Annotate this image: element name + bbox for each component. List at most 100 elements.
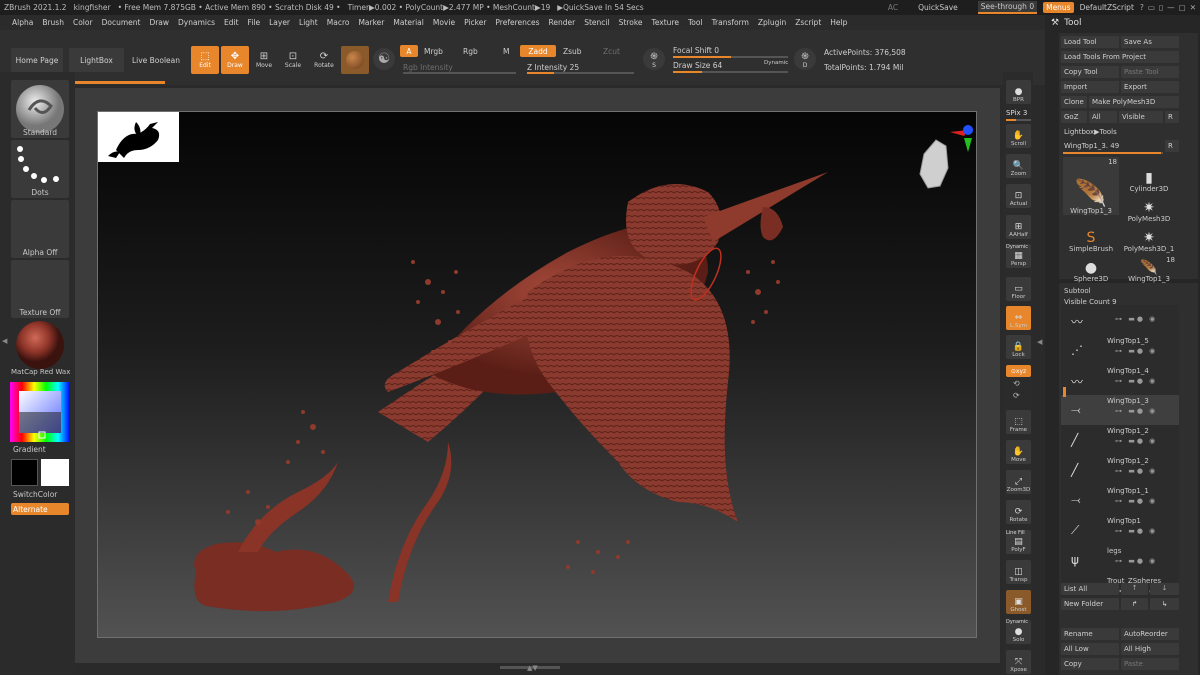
draw-size-slider[interactable]: Draw Size 64 bbox=[673, 61, 722, 70]
a-toggle[interactable]: A bbox=[400, 45, 418, 57]
move-down-button[interactable]: 🡓 bbox=[1150, 583, 1179, 595]
switch-color-button[interactable]: SwitchColor bbox=[13, 490, 71, 499]
menu-material[interactable]: Material bbox=[393, 18, 423, 27]
m-button[interactable]: M bbox=[503, 47, 509, 56]
current-tool-track[interactable] bbox=[1063, 152, 1163, 154]
shelf-zoom3d-button[interactable]: ⤢ Zoom3D bbox=[1006, 470, 1031, 494]
subtool-toggle-icons[interactable]: ⊶ ▬● ◉ bbox=[1115, 557, 1157, 565]
rotate-button[interactable]: ⟳ Rotate bbox=[311, 46, 337, 74]
menu-dynamics[interactable]: Dynamics bbox=[178, 18, 215, 27]
clone-button[interactable]: Clone bbox=[1061, 96, 1087, 108]
current-tool-r-button[interactable]: R bbox=[1165, 140, 1179, 152]
tool-thumb-polymesh3d-1[interactable]: ✷ PolyMesh3D_1 bbox=[1121, 225, 1177, 253]
menu-transform[interactable]: Transform bbox=[712, 18, 749, 27]
menu-stroke[interactable]: Stroke bbox=[619, 18, 643, 27]
shelf-zoom-button[interactable]: 🔍 Zoom bbox=[1006, 154, 1031, 178]
subtool-row[interactable]: ╱ WingTop1_2 ⊶ ▬● ◉ bbox=[1061, 455, 1179, 485]
subtool-toggle-icons[interactable]: ⊶ ▬● ◉ bbox=[1115, 467, 1157, 475]
subtool-scrollbar[interactable] bbox=[1063, 387, 1066, 397]
subtool-toggle-icons[interactable]: ⊶ ▬● ◉ bbox=[1115, 497, 1157, 505]
bpr-button[interactable]: ● BPR bbox=[1006, 80, 1031, 104]
auto-reorder-button[interactable]: AutoReorder bbox=[1121, 628, 1179, 640]
shelf-actual-button[interactable]: ⊡ Actual bbox=[1006, 184, 1031, 208]
spix-track[interactable] bbox=[1006, 119, 1031, 121]
tool-thumb-polymesh3d[interactable]: ✷ PolyMesh3D bbox=[1121, 195, 1177, 223]
menus-button[interactable]: Menus bbox=[1043, 2, 1074, 13]
rotation-axis-2-icon[interactable]: ⟳ bbox=[1013, 391, 1020, 401]
subtool-row[interactable]: 〰 ⊶ ▬● ◉ bbox=[1061, 305, 1179, 335]
menu-brush[interactable]: Brush bbox=[42, 18, 64, 27]
subtool-row[interactable]: ⤙ WingTop1_3 ⊶ ▬● ◉ bbox=[1061, 395, 1179, 425]
live-boolean-button[interactable]: Live Boolean bbox=[129, 48, 183, 72]
focal-shift-track[interactable] bbox=[673, 56, 788, 58]
rgb-button[interactable]: Rgb bbox=[463, 47, 478, 56]
copy-subtool-button[interactable]: Copy bbox=[1061, 658, 1119, 670]
subtool-row[interactable]: ⟋ WingTop1 ⊶ ▬● ◉ bbox=[1061, 515, 1179, 545]
zadd-button[interactable]: Zadd bbox=[520, 45, 556, 57]
all-high-button[interactable]: All High bbox=[1121, 643, 1179, 655]
subtool-toggle-icons[interactable]: ⊶ ▬● ◉ bbox=[1115, 347, 1157, 355]
shelf-ghost-button[interactable]: ▣ Ghost bbox=[1006, 590, 1031, 614]
shelf-frame-button[interactable]: ⬚ Frame bbox=[1006, 410, 1031, 434]
menu-preferences[interactable]: Preferences bbox=[495, 18, 539, 27]
z-intensity-track[interactable] bbox=[527, 72, 634, 74]
home-page-button[interactable]: Home Page bbox=[11, 48, 63, 72]
subtool-row[interactable]: 〰 WingTop1_4 ⊶ ▬● ◉ bbox=[1061, 365, 1179, 395]
quicksave-button[interactable]: QuickSave bbox=[918, 3, 958, 12]
subtool-row[interactable]: ⤙ WingTop1_1 ⊶ ▬● ◉ bbox=[1061, 485, 1179, 515]
goz-button[interactable]: GoZ bbox=[1061, 111, 1087, 123]
save-as-button[interactable]: Save As bbox=[1121, 36, 1179, 48]
menu-color[interactable]: Color bbox=[73, 18, 93, 27]
color-picker[interactable] bbox=[10, 382, 70, 442]
paste-tool-button[interactable]: Paste Tool bbox=[1121, 66, 1179, 78]
menu-edit[interactable]: Edit bbox=[224, 18, 239, 27]
collapse-left-icon[interactable]: ◀ bbox=[2, 337, 7, 345]
lightbox-tools-button[interactable]: Lightbox▶Tools bbox=[1061, 126, 1179, 138]
maximize-icon[interactable]: ▢ bbox=[1179, 3, 1186, 12]
focal-shift-slider[interactable]: Focal Shift 0 bbox=[673, 46, 719, 55]
arrow-out-up-button[interactable]: ↱ bbox=[1121, 598, 1148, 610]
menu-zscript[interactable]: Zscript bbox=[795, 18, 821, 27]
menu-tool[interactable]: Tool bbox=[688, 18, 703, 27]
tool-palette-header[interactable]: ⚒ Tool bbox=[1045, 15, 1200, 30]
subtool-toggle-icons[interactable]: ⊶ ▬● ◉ bbox=[1115, 437, 1157, 445]
default-zscript-button[interactable]: DefaultZScript bbox=[1080, 3, 1134, 12]
export-button[interactable]: Export bbox=[1121, 81, 1179, 93]
restore-panel-icon[interactable]: ▯ bbox=[1159, 3, 1163, 12]
goz-visible-button[interactable]: Visible bbox=[1119, 111, 1163, 123]
load-tool-button[interactable]: Load Tool bbox=[1061, 36, 1119, 48]
tool-thumb-sphere3d[interactable]: ● Sphere3D bbox=[1063, 255, 1119, 283]
kingfisher-sculpt[interactable] bbox=[98, 112, 978, 639]
menu-stencil[interactable]: Stencil bbox=[584, 18, 609, 27]
shelf-xpose-button[interactable]: ⤧ Xpose bbox=[1006, 650, 1031, 674]
shelf-move-button[interactable]: ✋ Move bbox=[1006, 440, 1031, 464]
minimize-panel-icon[interactable]: ▭ bbox=[1148, 3, 1155, 12]
menu-marker[interactable]: Marker bbox=[358, 18, 384, 27]
new-folder-button[interactable]: New Folder bbox=[1061, 598, 1119, 610]
dynamic-d-button[interactable]: ֍ D bbox=[794, 48, 816, 70]
menu-picker[interactable]: Picker bbox=[464, 18, 486, 27]
menu-zplugin[interactable]: Zplugin bbox=[758, 18, 786, 27]
goz-all-button[interactable]: All bbox=[1089, 111, 1117, 123]
expand-bottom-icon[interactable]: ▲▼ bbox=[527, 664, 538, 672]
make-polymesh3d-button[interactable]: Make PolyMesh3D bbox=[1089, 96, 1179, 108]
shelf-rotate-button[interactable]: ⟳ Rotate bbox=[1006, 500, 1031, 524]
menu-light[interactable]: Light bbox=[299, 18, 318, 27]
draw-size-track[interactable] bbox=[673, 71, 788, 73]
primary-color-swatch[interactable] bbox=[41, 459, 69, 486]
shelf-lock-button[interactable]: 🔒 Lock bbox=[1006, 335, 1031, 359]
secondary-color-swatch[interactable] bbox=[11, 459, 38, 486]
alternate-button[interactable]: Alternate bbox=[11, 503, 69, 515]
see-through-slider[interactable]: See-through 0 bbox=[977, 1, 1038, 14]
scale-button[interactable]: ⊡ Scale bbox=[281, 46, 305, 74]
rgb-intensity-slider[interactable]: Rgb Intensity bbox=[403, 63, 453, 72]
collapse-right-icon[interactable]: ◀ bbox=[1037, 338, 1042, 346]
dynamic-toggle[interactable]: Dynamic bbox=[764, 60, 788, 66]
lightbox-button[interactable]: LightBox bbox=[69, 48, 124, 72]
rename-button[interactable]: Rename bbox=[1061, 628, 1119, 640]
list-all-button[interactable]: List All bbox=[1061, 583, 1119, 595]
tool-thumb-cylinder3d[interactable]: ▮ Cylinder3D bbox=[1121, 165, 1177, 193]
material-preview-button[interactable] bbox=[341, 46, 369, 74]
shelf-l-sym-button[interactable]: ⇔ L.Sym bbox=[1006, 306, 1031, 330]
shelf-transp-button[interactable]: ◫ Transp bbox=[1006, 560, 1031, 584]
